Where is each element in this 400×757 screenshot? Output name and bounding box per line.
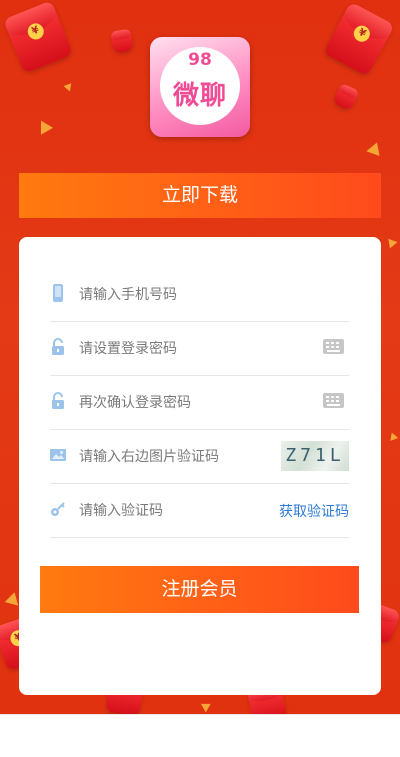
image-icon (50, 449, 66, 461)
gold-shard-decoration (34, 117, 54, 135)
bottom-bar (0, 714, 400, 757)
phone-input[interactable] (77, 279, 271, 311)
register-form-card: Z71L 获取验证码 (19, 237, 381, 695)
register-button[interactable]: 注册会员 (40, 566, 359, 613)
password-input[interactable] (77, 333, 271, 365)
phone-row (50, 267, 349, 322)
lock-icon (52, 392, 64, 409)
logo-name: 微聊 (172, 81, 227, 111)
gold-shard-decoration (384, 235, 398, 249)
gold-shard-decoration (366, 139, 384, 157)
lock-icon (52, 338, 64, 355)
sms-code-row: 获取验证码 (50, 483, 349, 538)
red-envelope-icon: ¥ (323, 1, 395, 77)
captcha-image[interactable]: Z71L (281, 441, 349, 471)
phone-icon (53, 284, 63, 302)
get-code-link[interactable]: 获取验证码 (279, 501, 349, 521)
confirm-password-row (50, 375, 349, 430)
red-envelope-icon (110, 28, 134, 54)
app-logo: 98 微聊 (150, 37, 250, 137)
key-icon (51, 502, 65, 516)
gold-shard-decoration (200, 699, 214, 713)
confirm-password-input[interactable] (77, 387, 271, 419)
keyboard-icon[interactable] (323, 339, 344, 354)
red-envelope-icon (332, 82, 360, 112)
logo-number: 98 (188, 50, 212, 70)
red-envelope-icon: ¥ (3, 0, 73, 74)
keyboard-icon[interactable] (323, 393, 344, 408)
image-code-input[interactable] (77, 441, 271, 473)
sms-code-input[interactable] (77, 495, 271, 527)
gold-shard-decoration (63, 80, 75, 92)
image-code-row: Z71L (50, 429, 349, 484)
download-button[interactable]: 立即下载 (19, 173, 381, 218)
gold-shard-decoration (387, 431, 399, 441)
password-row (50, 321, 349, 376)
